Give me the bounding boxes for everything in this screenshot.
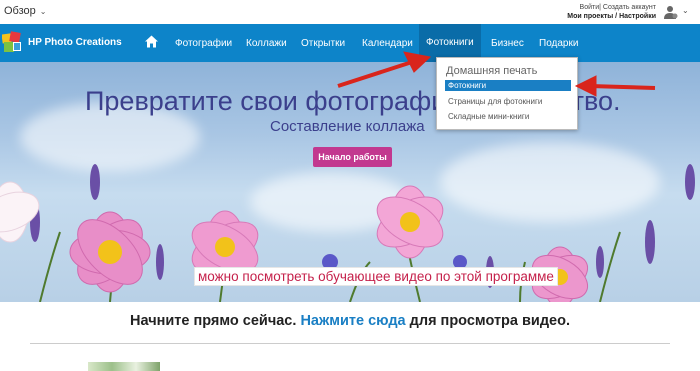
hero-banner: Превратите свои фотографии в искусство. … <box>0 62 700 302</box>
thumbnail-image[interactable] <box>88 362 160 371</box>
dropdown-item-photobook-pages[interactable]: Страницы для фотокниги <box>445 96 545 107</box>
nav-item-cards[interactable]: Открытки <box>301 38 345 49</box>
account-links[interactable]: Войти| Создать аккаунт Мои проекты / Нас… <box>567 3 656 21</box>
user-icon[interactable] <box>664 5 678 19</box>
user-menu-chevron-icon[interactable]: ⌄ <box>682 6 689 15</box>
dropdown-header: Домашняя печать <box>446 65 538 77</box>
dropdown-item-folded-mini-books[interactable]: Складные мини-книги <box>445 111 532 122</box>
get-started-button[interactable]: Начало работы <box>313 147 392 167</box>
overview-menu[interactable]: Обзор ⌄ <box>4 5 46 17</box>
my-projects-settings-link[interactable]: Мои проекты / Настройки <box>567 12 656 21</box>
chevron-down-icon: ⌄ <box>39 7 47 16</box>
nav-item-collages[interactable]: Коллажи <box>246 38 287 49</box>
divider <box>30 343 670 344</box>
click-here-link[interactable]: Нажмите сюда <box>300 313 405 329</box>
photobooks-dropdown-menu: Домашняя печать Фотокниги Страницы для ф… <box>436 57 578 130</box>
nav-item-photos[interactable]: Фотографии <box>175 38 232 49</box>
cta-suffix: для просмотра видео. <box>409 313 570 329</box>
cta-prefix: Начните прямо сейчас. <box>130 313 297 329</box>
video-call-to-action: Начните прямо сейчас. Нажмите сюда для п… <box>0 313 700 329</box>
nav-item-calendars[interactable]: Календари <box>362 38 413 49</box>
main-navigation: HP Photo Creations Фотографии Коллажи От… <box>0 24 700 62</box>
home-icon[interactable] <box>145 35 158 48</box>
top-bar: Обзор ⌄ Войти| Создать аккаунт Мои проект… <box>0 0 700 24</box>
nav-item-gifts[interactable]: Подарки <box>539 38 578 49</box>
sign-in-create-account-link[interactable]: Войти| Создать аккаунт <box>567 3 656 12</box>
brand-name[interactable]: HP Photo Creations <box>28 37 122 48</box>
annotation-caption: можно посмотреть обучающее видео по этой… <box>194 267 558 286</box>
hp-photo-creations-logo[interactable] <box>2 30 22 54</box>
nav-item-business[interactable]: Бизнес <box>491 38 524 49</box>
overview-label: Обзор <box>4 5 36 17</box>
hero-subtitle: Составление коллажа <box>270 118 425 135</box>
dropdown-item-photobooks[interactable]: Фотокниги <box>445 80 571 91</box>
